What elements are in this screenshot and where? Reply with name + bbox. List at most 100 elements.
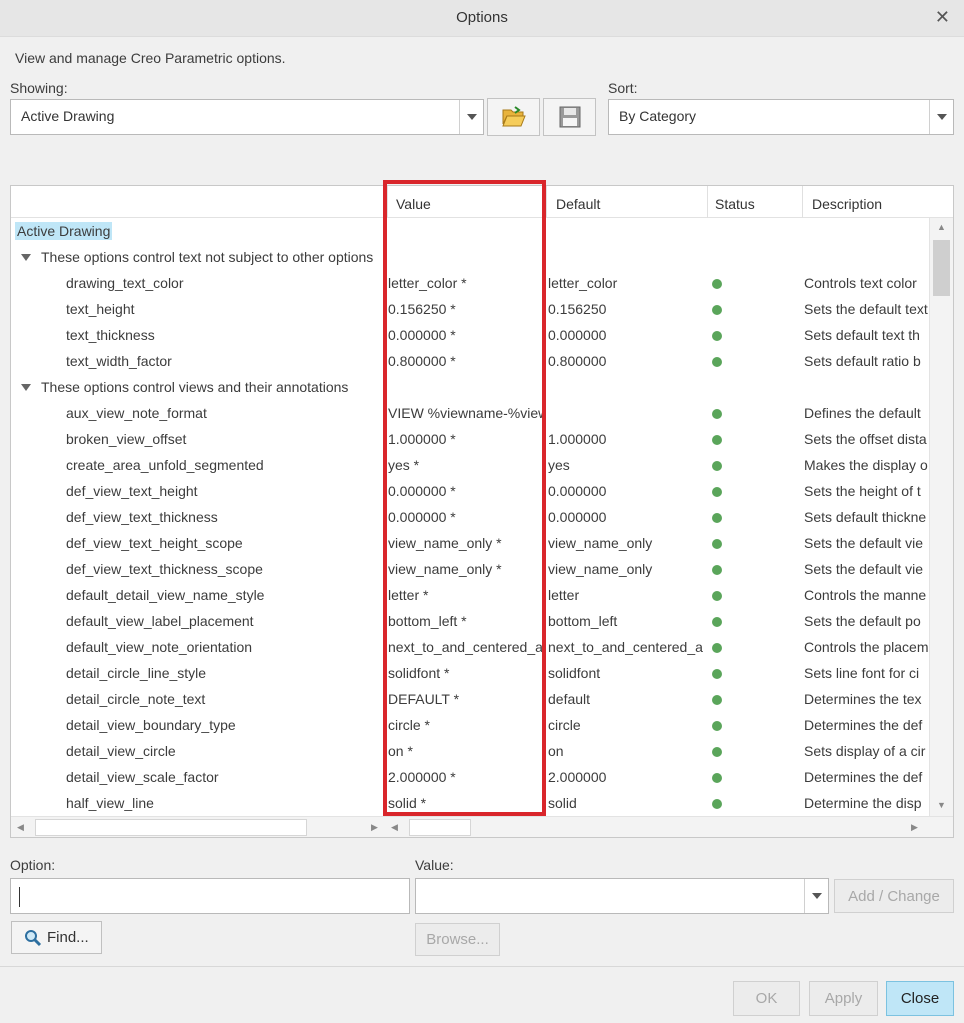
column-status[interactable]: Status (715, 196, 755, 212)
status-ok-icon (712, 773, 722, 783)
option-name: text_thickness (66, 327, 155, 343)
scroll-up-icon[interactable]: ▲ (937, 222, 946, 232)
option-default: view_name_only (548, 561, 653, 577)
status-ok-icon (712, 409, 722, 419)
chevron-down-icon[interactable] (459, 100, 483, 134)
text-cursor (19, 887, 20, 907)
table-row[interactable]: def_view_text_height_scope view_name_only… (11, 530, 929, 556)
option-value: solidfont * (388, 665, 450, 681)
apply-button[interactable]: Apply (809, 981, 878, 1016)
showing-label: Showing: (10, 80, 68, 96)
value-dropdown[interactable] (415, 878, 829, 914)
tree-root[interactable]: Active Drawing (11, 218, 929, 244)
horizontal-scrollbar[interactable]: ◀ ▶ ◀ ▶ (11, 816, 953, 837)
table-row[interactable]: detail_view_boundary_type circle * circle D… (11, 712, 929, 738)
status-ok-icon (712, 669, 722, 679)
table-row[interactable]: def_view_text_thickness_scope view_name_o… (11, 556, 929, 582)
option-name: detail_view_scale_factor (66, 769, 219, 785)
column-default[interactable]: Default (556, 196, 600, 212)
group-row[interactable]: These options control text not subject t… (11, 244, 929, 270)
table-row[interactable]: def_view_text_height 0.000000 * 0.000000 Se… (11, 478, 929, 504)
chevron-down-icon[interactable] (804, 879, 828, 913)
save-button[interactable] (543, 98, 596, 136)
window-title: Options (456, 9, 508, 26)
ok-button[interactable]: OK (733, 981, 800, 1016)
vertical-scrollbar[interactable]: ▲ ▼ (929, 218, 953, 816)
option-value: solid * (388, 795, 427, 811)
status-ok-icon (712, 305, 722, 315)
table-row[interactable]: default_view_note_orientation next_to_and… (11, 634, 929, 660)
option-description: Sets the default po (804, 613, 921, 629)
status-ok-icon (712, 565, 722, 575)
option-default: solid (548, 795, 577, 811)
showing-dropdown[interactable]: Active Drawing (10, 99, 484, 135)
option-description: Sets default ratio b (804, 353, 921, 369)
option-name: def_view_text_thickness_scope (66, 561, 263, 577)
table-header: Value Default Status Description (11, 186, 953, 218)
option-name: def_view_text_height_scope (66, 535, 243, 551)
table-row[interactable]: detail_circle_line_style solidfont * solid… (11, 660, 929, 686)
option-default: letter (548, 587, 580, 603)
column-description[interactable]: Description (812, 196, 882, 212)
scroll-thumb-right[interactable] (409, 819, 471, 836)
dialog-subtitle: View and manage Creo Parametric options. (15, 50, 286, 66)
table-row[interactable]: text_thickness 0.000000 * 0.000000 Sets def… (11, 322, 929, 348)
option-description: Determines the def (804, 717, 923, 733)
scroll-left-icon[interactable]: ◀ (17, 822, 24, 833)
option-description: Sets line font for ci (804, 665, 920, 681)
table-row[interactable]: detail_circle_note_text DEFAULT * default D… (11, 686, 929, 712)
browse-button[interactable]: Browse... (415, 923, 500, 956)
open-folder-button[interactable] (487, 98, 540, 136)
chevron-down-icon[interactable] (929, 100, 953, 134)
option-value: DEFAULT * (388, 691, 460, 707)
status-ok-icon (712, 513, 722, 523)
table-row[interactable]: detail_view_circle on * on Sets display of … (11, 738, 929, 764)
option-description: Determines the def (804, 769, 923, 785)
table-row[interactable]: create_area_unfold_segmented yes * yes Make… (11, 452, 929, 478)
status-ok-icon (712, 747, 722, 757)
add-change-button[interactable]: Add / Change (834, 879, 954, 913)
scroll-left-icon[interactable]: ◀ (391, 822, 398, 833)
close-button[interactable]: Close (886, 981, 954, 1016)
expand-toggle-icon[interactable] (21, 384, 31, 391)
expand-toggle-icon[interactable] (21, 254, 31, 261)
scroll-thumb-left[interactable] (35, 819, 307, 836)
magnifier-icon (25, 929, 42, 946)
table-row[interactable]: broken_view_offset 1.000000 * 1.000000 Sets… (11, 426, 929, 452)
option-value: view_name_only * (388, 561, 502, 577)
table-row[interactable]: def_view_text_thickness 0.000000 * 0.00000… (11, 504, 929, 530)
group-label: These options control views and their an… (41, 379, 349, 395)
option-value: view_name_only * (388, 535, 502, 551)
close-icon[interactable]: ✕ (935, 7, 950, 28)
option-default: 2.000000 (548, 769, 607, 785)
option-value: yes * (388, 457, 420, 473)
scroll-down-icon[interactable]: ▼ (937, 800, 946, 810)
option-input[interactable] (10, 878, 410, 914)
table-row[interactable]: drawing_text_color letter_color * letter_c… (11, 270, 929, 296)
table-row[interactable]: default_view_label_placement bottom_left … (11, 608, 929, 634)
scroll-right-icon[interactable]: ▶ (371, 822, 378, 833)
table-row[interactable]: text_width_factor 0.800000 * 0.800000 Sets … (11, 348, 929, 374)
table-row[interactable]: default_detail_view_name_style letter * le… (11, 582, 929, 608)
sort-dropdown[interactable]: By Category (608, 99, 954, 135)
option-default: solidfont (548, 665, 601, 681)
status-ok-icon (712, 721, 722, 731)
option-value: next_to_and_centered_a (388, 639, 543, 655)
option-value: letter * (388, 587, 429, 603)
find-label: Find... (47, 929, 89, 946)
table-row[interactable]: detail_view_scale_factor 2.000000 * 2.0000… (11, 764, 929, 790)
table-row[interactable]: half_view_line solid * solid Determine the … (11, 790, 929, 816)
column-value[interactable]: Value (396, 196, 431, 212)
find-button[interactable]: Find... (11, 921, 102, 954)
option-default: next_to_and_centered_a (548, 639, 703, 655)
option-default: 0.800000 (548, 353, 607, 369)
status-ok-icon (712, 695, 722, 705)
table-row[interactable]: aux_view_note_format VIEW %viewname-%view… (11, 400, 929, 426)
scroll-right-icon[interactable]: ▶ (911, 822, 918, 833)
option-default: letter_color (548, 275, 618, 291)
scroll-thumb[interactable] (933, 240, 950, 296)
option-description: Determines the tex (804, 691, 922, 707)
table-row[interactable]: text_height 0.156250 * 0.156250 Sets the de… (11, 296, 929, 322)
group-row[interactable]: These options control views and their an… (11, 374, 929, 400)
option-name: detail_circle_line_style (66, 665, 207, 681)
